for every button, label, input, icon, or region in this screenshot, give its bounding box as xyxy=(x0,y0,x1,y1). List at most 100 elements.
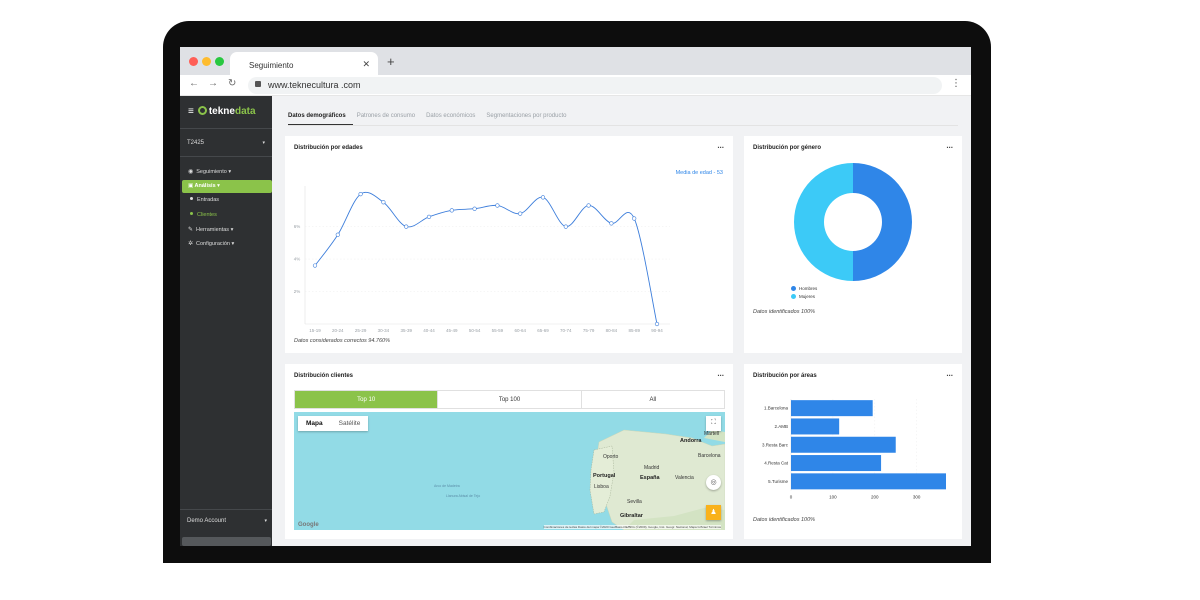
tab-datos-demograficos[interactable]: Datos demográficos xyxy=(288,113,346,119)
url-text: www.teknecultura .com xyxy=(268,80,361,90)
x-tick-label: 20-24 xyxy=(332,328,344,333)
bullet-icon xyxy=(190,212,193,215)
map-type-satelite[interactable]: Satélite xyxy=(331,416,369,431)
browser-tab[interactable]: Seguimiento ✕ xyxy=(230,52,378,75)
data-point xyxy=(426,214,432,219)
areas-footnote: Datos identificados 100% xyxy=(753,517,816,523)
brand-prefix: tekne xyxy=(208,106,235,117)
close-tab-icon[interactable]: ✕ xyxy=(362,59,370,70)
legend-item-hombres: Hombres xyxy=(791,286,817,291)
tab-datos-economicos[interactable]: Datos económicos xyxy=(426,113,475,119)
map-label: Llanura Abisal de Tejo xyxy=(446,494,481,498)
hamburger-icon[interactable]: ≡ xyxy=(188,106,194,117)
data-point xyxy=(335,232,340,237)
x-tick-label: 200 xyxy=(871,495,879,500)
sidebar-divider xyxy=(180,156,272,157)
x-tick-label: 65-69 xyxy=(537,328,549,333)
gender-donut-chart xyxy=(794,163,912,281)
clients-map[interactable]: Mapa Satélite ⛶ ◎ ♟ Andorra Martell Opor… xyxy=(294,412,725,530)
x-tick-label: 25-29 xyxy=(355,328,367,333)
window-close-dot[interactable] xyxy=(189,57,198,66)
average-age-label: Media de edad - 53 xyxy=(676,170,723,176)
data-point xyxy=(540,195,546,200)
chevron-down-icon: ▾ xyxy=(264,518,267,524)
street-view-icon[interactable]: ♟ xyxy=(706,505,721,520)
back-arrow-icon[interactable]: ← xyxy=(189,78,199,89)
data-point xyxy=(632,216,637,221)
section-tabs: Datos demográficos Patrones de consumo Dat… xyxy=(288,113,577,119)
bar xyxy=(791,400,873,417)
data-point xyxy=(586,203,591,208)
sidebar-subitem-clientes[interactable]: Clientes xyxy=(190,212,217,218)
map-type-mapa[interactable]: Mapa xyxy=(298,416,331,431)
location-icon[interactable]: ◎ xyxy=(706,475,721,490)
sidebar-item-seguimiento[interactable]: ◉ Seguimiento ▾ xyxy=(188,168,231,175)
bar xyxy=(791,455,882,472)
x-tick-label: 80-84 xyxy=(606,328,618,333)
x-tick-label: 15-19 xyxy=(309,328,321,333)
clients-distribution-card: Distribución clientes ... Top 10 Top 100… xyxy=(285,364,733,539)
data-point xyxy=(563,224,568,229)
segment-top-100[interactable]: Top 100 xyxy=(437,391,580,408)
fullscreen-icon[interactable]: ⛶ xyxy=(706,416,721,431)
x-tick-label: 75-79 xyxy=(583,328,595,333)
eye-icon: ◉ xyxy=(188,169,194,175)
bar xyxy=(791,473,946,490)
sidebar-item-herramientas[interactable]: ✎ Herramientas ▾ xyxy=(188,226,233,233)
data-point xyxy=(404,224,409,229)
bar xyxy=(791,418,840,435)
category-label: 1.Barcelona xyxy=(764,406,789,411)
map-credits[interactable]: Combinaciones de teclas Datos del mapa ©… xyxy=(543,525,721,529)
x-tick-label: 55-59 xyxy=(492,328,504,333)
tab-patrones-consumo[interactable]: Patrones de consumo xyxy=(357,113,415,119)
project-select[interactable]: T2425 ▾ xyxy=(187,140,265,146)
account-select[interactable]: Demo Account ▾ xyxy=(187,518,267,524)
x-tick-label: 90-94 xyxy=(651,328,663,333)
wrench-icon: ✎ xyxy=(188,227,194,233)
data-point xyxy=(312,263,318,268)
map-type-switch: Mapa Satélite xyxy=(298,416,369,431)
x-tick-label: 35-39 xyxy=(400,328,412,333)
logo-ring-icon xyxy=(197,106,207,115)
sidebar: ≡ teknedata T2425 ▾ ◉ Seguimiento ▾ ▣ Anál… xyxy=(180,96,272,546)
gear-icon: ✲ xyxy=(188,241,194,247)
gender-distribution-card: Distribución por género ... Hombres Muje… xyxy=(744,136,962,353)
y-tick-label: 6% xyxy=(294,224,301,229)
card-menu-icon[interactable]: ... xyxy=(717,369,724,378)
tab-segmentaciones[interactable]: Segmentaciones por producto xyxy=(486,113,566,119)
sidebar-item-label: Clientes xyxy=(197,212,217,218)
category-label: 5.Turisme xyxy=(768,479,788,484)
forward-arrow-icon[interactable]: → xyxy=(208,78,218,89)
data-point xyxy=(495,203,500,208)
window-maximize-dot[interactable] xyxy=(215,57,224,66)
sidebar-footer-button[interactable] xyxy=(182,537,271,546)
browser-tab-title: Seguimiento xyxy=(249,61,294,70)
reload-icon[interactable]: ↻ xyxy=(228,78,236,89)
browser-menu-icon[interactable]: ⋮ xyxy=(951,78,961,89)
sidebar-divider xyxy=(180,128,272,129)
data-point xyxy=(609,221,614,226)
segment-all[interactable]: All xyxy=(580,391,724,408)
sidebar-item-configuracion[interactable]: ✲ Configuración ▾ xyxy=(188,240,234,247)
sidebar-subitem-entradas[interactable]: Entradas xyxy=(190,197,219,203)
new-tab-button[interactable]: + xyxy=(387,54,395,69)
screen: Seguimiento ✕ + ← → ↻ www.teknecultura .… xyxy=(180,47,971,546)
sidebar-item-label: Entradas xyxy=(197,197,220,203)
sidebar-item-label: Configuración ▾ xyxy=(196,241,235,247)
segment-top-10[interactable]: Top 10 xyxy=(295,391,438,408)
data-point xyxy=(449,208,454,213)
x-tick-label: 30-34 xyxy=(378,328,390,333)
map-label: Sevilla xyxy=(627,499,642,505)
x-tick-label: 45-49 xyxy=(446,328,458,333)
map-label: Arco de Madeira xyxy=(434,484,460,488)
sidebar-item-analisis[interactable]: ▣ Análisis ▾ xyxy=(182,180,272,193)
window-minimize-dot[interactable] xyxy=(202,57,211,66)
address-bar[interactable]: www.teknecultura .com xyxy=(248,77,942,94)
data-point xyxy=(518,211,523,216)
sidebar-item-label: Análisis ▾ xyxy=(194,183,220,189)
x-tick-label: 50-54 xyxy=(469,328,481,333)
series-line xyxy=(314,191,658,325)
project-select-value: T2425 xyxy=(187,140,205,146)
x-tick-label: 100 xyxy=(829,495,837,500)
brand-logo[interactable]: ≡ teknedata xyxy=(188,106,256,117)
